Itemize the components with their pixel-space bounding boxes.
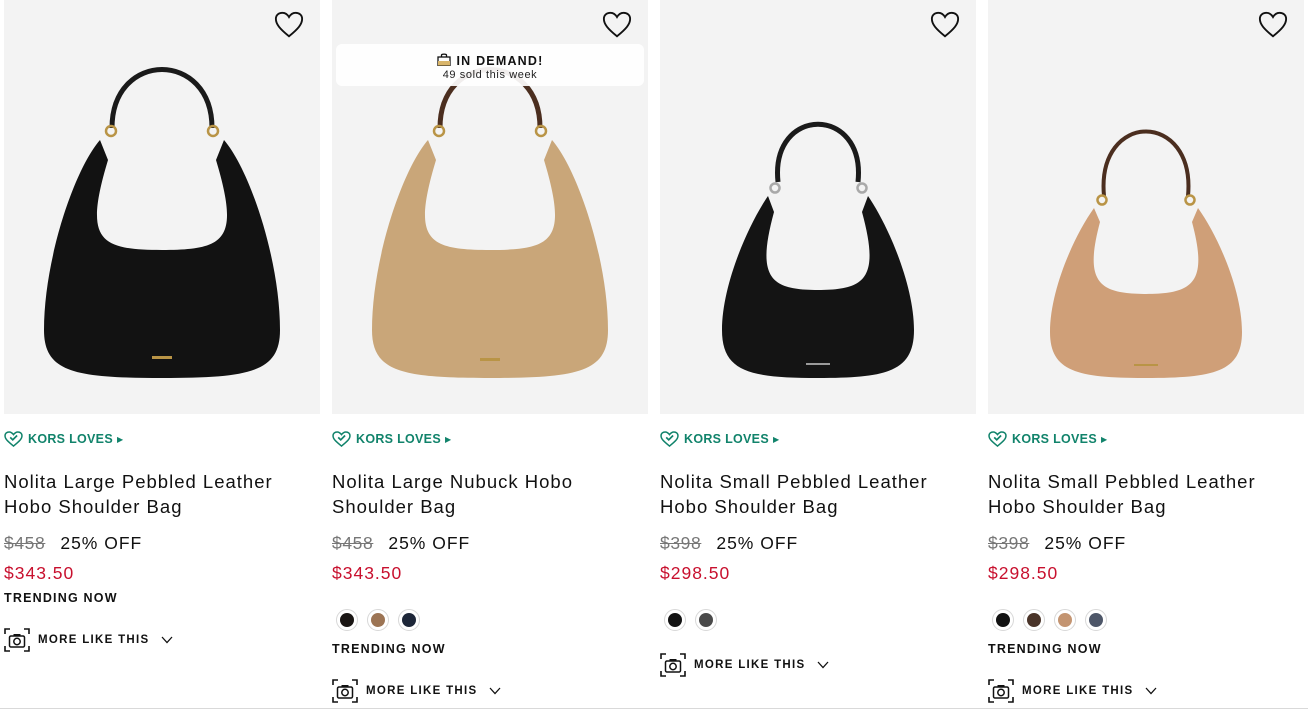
heart-check-icon (4, 431, 23, 447)
triangle-right-icon: ▶ (772, 434, 780, 444)
discount-label: 25% OFF (1044, 533, 1127, 553)
more-like-this-label: MORE LIKE THIS (366, 685, 478, 697)
original-price: $458 (4, 533, 46, 553)
color-swatch[interactable] (1054, 609, 1076, 631)
color-swatch[interactable] (695, 609, 717, 631)
shopping-bag-icon (436, 53, 451, 66)
color-swatch-fill (668, 613, 682, 627)
chevron-down-icon (818, 661, 829, 669)
original-price: $398 (988, 533, 1030, 553)
color-swatch[interactable] (1023, 609, 1045, 631)
product-image[interactable] (660, 0, 976, 414)
price-row: $458 25% OFF (332, 533, 470, 555)
color-swatches (664, 609, 717, 631)
kors-loves-label: KORS LOVES (356, 432, 441, 446)
trending-label: TRENDING NOW (4, 591, 118, 605)
price-row: $398 25% OFF (988, 533, 1126, 555)
triangle-right-icon: ▶ (116, 434, 124, 444)
kors-loves-badge[interactable]: KORS LOVES ▶ (4, 430, 123, 448)
price-row: $398 25% OFF (660, 533, 798, 555)
product-image[interactable] (4, 0, 320, 414)
product-card: KORS LOVES ▶ Nolita Large Pebbled Leathe… (4, 0, 320, 711)
product-card: KORS LOVES ▶ Nolita Small Pebbled Leathe… (988, 0, 1304, 711)
heart-check-icon (660, 431, 679, 447)
color-swatch[interactable] (664, 609, 686, 631)
wishlist-heart-icon[interactable] (274, 10, 304, 40)
original-price: $398 (660, 533, 702, 553)
kors-loves-badge[interactable]: KORS LOVES ▶ (332, 430, 451, 448)
more-like-this-button[interactable]: MORE LIKE THIS (660, 652, 829, 678)
sale-price: $343.50 (332, 563, 403, 583)
discount-label: 25% OFF (388, 533, 471, 553)
color-swatch-fill (699, 613, 713, 627)
color-swatches (336, 609, 420, 631)
in-demand-banner: IN DEMAND! 49 sold this week (336, 44, 644, 86)
color-swatch[interactable] (992, 609, 1014, 631)
heart-check-icon (332, 431, 351, 447)
color-swatch-fill (1058, 613, 1072, 627)
product-image[interactable] (988, 0, 1304, 414)
product-title[interactable]: Nolita Small Pebbled Leather Hobo Should… (988, 469, 1304, 519)
discount-label: 25% OFF (716, 533, 799, 553)
color-swatch-fill (996, 613, 1010, 627)
product-card: KORS LOVES ▶ Nolita Small Pebbled Leathe… (660, 0, 976, 711)
color-swatch[interactable] (336, 609, 358, 631)
product-card: IN DEMAND! 49 sold this week KORS LOVES … (332, 0, 648, 711)
color-swatch[interactable] (398, 609, 420, 631)
camera-icon (660, 653, 686, 677)
color-swatch[interactable] (367, 609, 389, 631)
product-title[interactable]: Nolita Large Nubuck Hobo Shoulder Bag (332, 469, 648, 519)
chevron-down-icon (1146, 687, 1157, 695)
color-swatch-fill (340, 613, 354, 627)
kors-loves-label: KORS LOVES (684, 432, 769, 446)
kors-loves-badge[interactable]: KORS LOVES ▶ (988, 430, 1107, 448)
color-swatches (992, 609, 1107, 631)
kors-loves-badge[interactable]: KORS LOVES ▶ (660, 430, 779, 448)
sold-count-text: 49 sold this week (442, 69, 538, 81)
color-swatch[interactable] (1085, 609, 1107, 631)
triangle-right-icon: ▶ (444, 434, 452, 444)
bag-image (44, 67, 280, 378)
more-like-this-label: MORE LIKE THIS (38, 634, 150, 646)
kors-loves-label: KORS LOVES (28, 432, 113, 446)
more-like-this-button[interactable]: MORE LIKE THIS (988, 678, 1157, 704)
color-swatch-fill (1027, 613, 1041, 627)
triangle-right-icon: ▶ (1100, 434, 1108, 444)
discount-label: 25% OFF (60, 533, 143, 553)
in-demand-title: IN DEMAND! (456, 54, 544, 68)
product-grid: KORS LOVES ▶ Nolita Large Pebbled Leathe… (4, 0, 1308, 711)
camera-icon (4, 628, 30, 652)
divider (0, 708, 1308, 709)
sale-price: $343.50 (4, 563, 75, 583)
chevron-down-icon (162, 636, 173, 644)
wishlist-heart-icon[interactable] (930, 10, 960, 40)
sale-price: $298.50 (660, 563, 731, 583)
camera-icon (332, 679, 358, 703)
product-title[interactable]: Nolita Large Pebbled Leather Hobo Should… (4, 469, 320, 519)
wishlist-heart-icon[interactable] (1258, 10, 1288, 40)
color-swatch-fill (371, 613, 385, 627)
trending-label: TRENDING NOW (988, 642, 1102, 656)
heart-check-icon (988, 431, 1007, 447)
bag-image (1050, 129, 1242, 378)
sale-price: $298.50 (988, 563, 1059, 583)
more-like-this-button[interactable]: MORE LIKE THIS (4, 627, 173, 653)
bag-image (722, 121, 914, 378)
kors-loves-label: KORS LOVES (1012, 432, 1097, 446)
wishlist-heart-icon[interactable] (602, 10, 632, 40)
original-price: $458 (332, 533, 374, 553)
more-like-this-button[interactable]: MORE LIKE THIS (332, 678, 501, 704)
chevron-down-icon (490, 687, 501, 695)
product-image[interactable]: IN DEMAND! 49 sold this week (332, 0, 648, 414)
price-row: $458 25% OFF (4, 533, 142, 555)
product-title[interactable]: Nolita Small Pebbled Leather Hobo Should… (660, 469, 976, 519)
camera-icon (988, 679, 1014, 703)
color-swatch-fill (402, 613, 416, 627)
color-swatch-fill (1089, 613, 1103, 627)
more-like-this-label: MORE LIKE THIS (1022, 685, 1134, 697)
trending-label: TRENDING NOW (332, 642, 446, 656)
more-like-this-label: MORE LIKE THIS (694, 659, 806, 671)
